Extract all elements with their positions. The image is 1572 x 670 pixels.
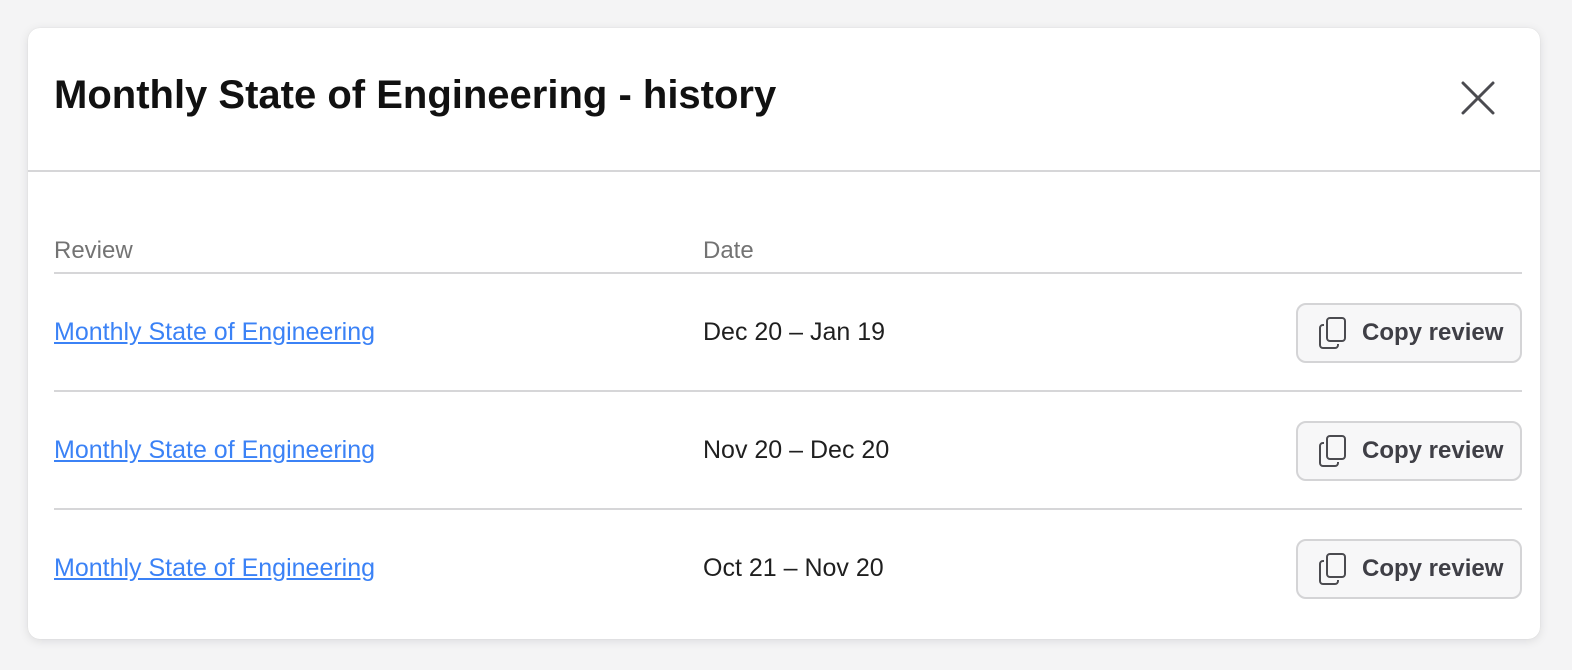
table-header: Review Date (54, 228, 1522, 274)
close-icon (1461, 81, 1495, 115)
table-row: Monthly State of Engineering Dec 20 – Ja… (54, 274, 1522, 392)
copy-icon (1319, 317, 1346, 349)
date-cell: Dec 20 – Jan 19 (703, 318, 886, 346)
table-row: Monthly State of Engineering Nov 20 – De… (54, 392, 1522, 510)
column-header-review: Review (54, 237, 133, 264)
copy-review-button[interactable]: Copy review (1296, 303, 1522, 363)
copy-icon (1319, 435, 1346, 467)
close-button[interactable] (1452, 72, 1504, 124)
column-header-date: Date (703, 237, 754, 264)
history-modal: Monthly State of Engineering - history R… (28, 28, 1540, 639)
copy-review-button[interactable]: Copy review (1296, 539, 1522, 599)
review-link[interactable]: Monthly State of Engineering (54, 552, 375, 584)
date-cell: Oct 21 – Nov 20 (703, 554, 884, 582)
modal-title: Monthly State of Engineering - history (54, 73, 777, 117)
table-row: Monthly State of Engineering Oct 21 – No… (54, 510, 1522, 628)
modal-header: Monthly State of Engineering - history (28, 28, 1540, 172)
copy-review-button[interactable]: Copy review (1296, 421, 1522, 481)
copy-review-label: Copy review (1362, 319, 1504, 346)
review-link[interactable]: Monthly State of Engineering (54, 316, 375, 348)
copy-review-label: Copy review (1362, 555, 1504, 582)
copy-review-label: Copy review (1362, 437, 1504, 464)
history-table: Review Date Monthly State of Engineering… (54, 228, 1522, 628)
copy-icon (1319, 553, 1346, 585)
date-cell: Nov 20 – Dec 20 (703, 436, 890, 464)
review-link[interactable]: Monthly State of Engineering (54, 434, 375, 466)
